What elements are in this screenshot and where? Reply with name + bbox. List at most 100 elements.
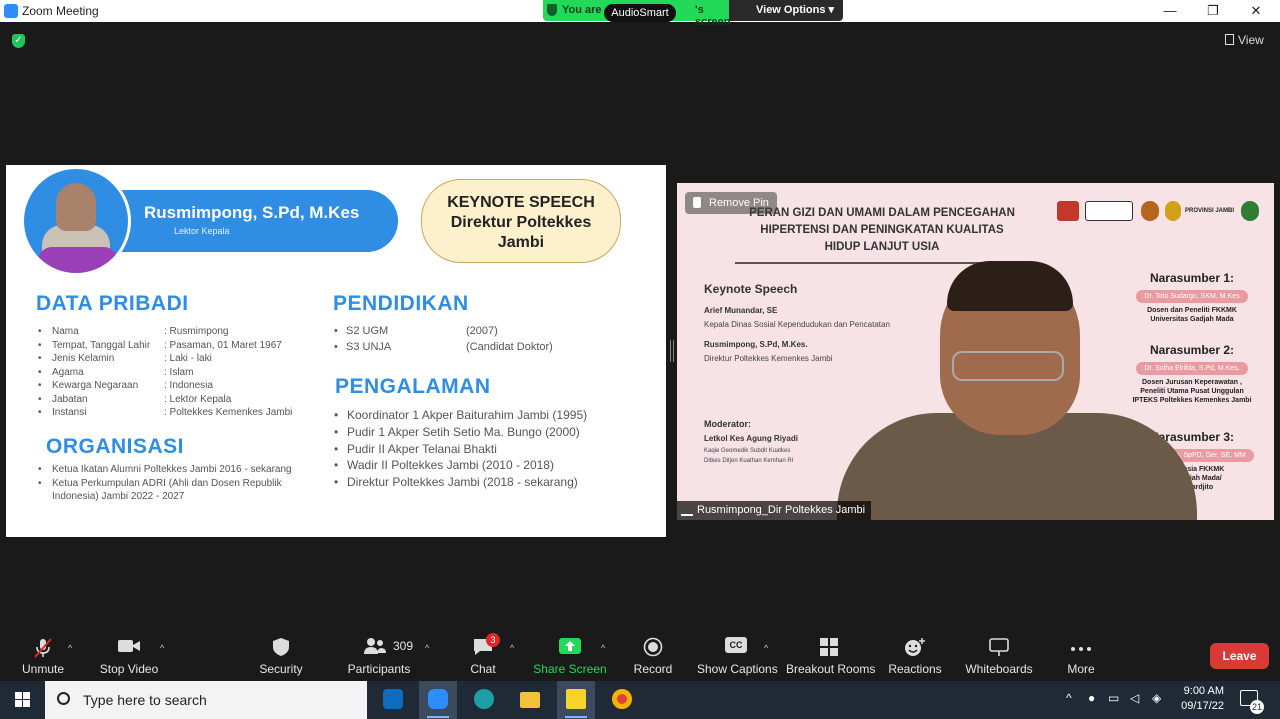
list-item: Jabatan: Lektor Kepala — [36, 393, 292, 407]
volume-tray-icon[interactable]: ◁ — [1130, 691, 1139, 705]
logo-icon — [1085, 201, 1133, 221]
reactions-button[interactable]: Reactions — [887, 625, 943, 681]
encryption-shield-icon[interactable]: ✓ — [12, 34, 25, 48]
poster-narasumber-1: Narasumber 1: Dr. Toto Sudargo, SKM, M.K… — [1117, 271, 1267, 324]
partner-logos: PROVINSI JAMBI — [1057, 201, 1262, 221]
share-screen-button[interactable]: Share Screen — [532, 625, 608, 681]
list-item: S3 UNJA(Candidat Doktor) — [332, 339, 553, 355]
pengalaman-title: PENGALAMAN — [335, 375, 491, 398]
list-item: Nama: Rusmimpong — [36, 325, 292, 339]
keynote-line: Jambi — [497, 234, 545, 251]
data-pribadi-title: DATA PRIBADI — [36, 292, 189, 315]
edge-taskbar-icon[interactable] — [465, 681, 503, 719]
unmute-button[interactable]: Unmute — [14, 625, 72, 681]
record-button[interactable]: Record — [630, 625, 676, 681]
speaker-rank: Lektor Kepala — [174, 226, 230, 236]
stop-video-button[interactable]: Stop Video — [98, 625, 160, 681]
meeting-toolbar: Unmute ^ Stop Video ^ Security 309 Parti… — [0, 625, 1280, 681]
minimize-button[interactable]: — — [1150, 1, 1190, 21]
logo-icon — [1241, 201, 1259, 221]
chrome-taskbar-icon[interactable] — [603, 681, 641, 719]
organisasi-title: ORGANISASI — [46, 435, 185, 458]
participants-icon — [364, 638, 386, 654]
show-captions-button[interactable]: CC Show Captions — [697, 625, 778, 681]
participant-video-tile[interactable]: PERAN GIZI DAN UMAMI DALAM PENCEGAHAN HI… — [677, 183, 1274, 520]
share-screen-icon — [559, 638, 581, 654]
start-button[interactable] — [0, 681, 45, 719]
restore-button[interactable]: ❐ — [1193, 1, 1233, 21]
security-button[interactable]: Security — [254, 625, 308, 681]
taskbar-clock[interactable]: 9:00 AM 09/17/22 — [1172, 684, 1224, 714]
more-button[interactable]: More — [1062, 625, 1100, 681]
pin-icon — [693, 197, 701, 208]
muted-mic-icon — [34, 638, 52, 658]
view-grid-icon — [1225, 34, 1234, 45]
remove-pin-label: Remove Pin — [709, 197, 769, 209]
battery-tray-icon[interactable]: ▭ — [1108, 691, 1119, 705]
tray-expand-chevron-icon[interactable]: ^ — [1066, 691, 1072, 705]
participant-name: Rusmimpong_Dir Poltekkes Jambi — [697, 504, 866, 516]
window-title: Zoom Meeting — [22, 4, 99, 18]
list-item: Wadir II Poltekkes Jambi (2010 - 2018) — [332, 457, 587, 474]
share-options-caret[interactable]: ^ — [601, 643, 605, 653]
sticky-notes-taskbar-icon[interactable] — [557, 681, 595, 719]
poster-speaker1-role: Kepala Dinas Sosial Kependudukan dan Pen… — [704, 320, 890, 329]
view-options-button[interactable]: View Options ▾ — [729, 0, 843, 21]
speaker-name: Rusmimpong, S.Pd, M.Kes — [144, 203, 360, 222]
emoji-plus-icon — [905, 638, 925, 656]
microphone-tray-icon[interactable]: ● — [1088, 691, 1095, 705]
zoom-app-icon — [4, 4, 18, 18]
data-pribadi-list: Nama: Rusmimpong Tempat, Tanggal Lahir: … — [36, 325, 292, 420]
provinsi-logo: PROVINSI JAMBI — [1185, 208, 1235, 214]
zoom-taskbar-icon[interactable] — [419, 681, 457, 719]
audio-options-caret[interactable]: ^ — [68, 643, 72, 653]
shared-slide: Rusmimpong, S.Pd, M.Kes Lektor Kepala KE… — [6, 165, 666, 537]
poster-speaker2-role: Direktur Poltekkes Kemenkes Jambi — [704, 354, 833, 363]
remove-pin-button[interactable]: Remove Pin — [685, 192, 777, 214]
clock-date: 09/17/22 — [1181, 700, 1224, 712]
organisasi-list: Ketua Ikatan Alumni Poltekkes Jambi 2016… — [36, 463, 322, 504]
clock-time: 9:00 AM — [1183, 685, 1224, 697]
audiosmart-overlay[interactable]: AudioSmart — [604, 4, 676, 22]
participants-options-caret[interactable]: ^ — [425, 643, 429, 653]
list-item: S2 UGM(2007) — [332, 323, 553, 339]
closed-captions-icon: CC — [725, 637, 747, 653]
view-button[interactable]: View — [1225, 33, 1264, 47]
list-item: Kewarga Negaraan: Indonesia — [36, 379, 292, 393]
view-button-label: View — [1238, 33, 1264, 47]
chat-options-caret[interactable]: ^ — [510, 643, 514, 653]
pendidikan-title: PENDIDIKAN — [333, 292, 469, 315]
keynote-line: KEYNOTE SPEECH — [447, 194, 595, 211]
close-button[interactable]: ✕ — [1236, 1, 1276, 21]
list-item: Ketua Ikatan Alumni Poltekkes Jambi 2016… — [36, 463, 322, 477]
captions-options-caret[interactable]: ^ — [764, 643, 768, 653]
pane-splitter-handle[interactable] — [670, 340, 674, 362]
speaker-hair — [947, 261, 1073, 311]
logo-icon — [1165, 201, 1181, 221]
whiteboards-button[interactable]: Whiteboards — [962, 625, 1036, 681]
speaker-photo — [21, 166, 131, 276]
chat-unread-badge: 3 — [486, 633, 500, 647]
video-options-caret[interactable]: ^ — [160, 643, 164, 653]
poster-moderator-role: Kaqie Geomedik Subdit Kuatkes — [704, 448, 791, 454]
pengalaman-list: Koordinator 1 Akper Baiturahim Jambi (19… — [332, 407, 587, 491]
share-banner-text-left: You are — [562, 4, 602, 16]
keynote-badge: KEYNOTE SPEECH Direktur Poltekkes Jambi — [421, 179, 621, 263]
taskbar-search-box[interactable]: Type here to search — [45, 681, 367, 719]
breakout-rooms-button[interactable]: Breakout Rooms — [786, 625, 875, 681]
poster-moderator-role: Ditkes Ditjen Kuathan Kemhan RI — [704, 458, 794, 464]
poster-speaker2-name: Rusmimpong, S.Pd, M.Kes. — [704, 340, 808, 349]
security-shield-icon — [273, 638, 289, 656]
network-tray-icon[interactable]: ◈ — [1152, 691, 1161, 705]
file-explorer-taskbar-icon[interactable] — [511, 681, 549, 719]
logo-icon — [1141, 201, 1159, 221]
participants-button[interactable]: 309 Participants — [345, 625, 413, 681]
outlook-taskbar-icon[interactable] — [374, 681, 412, 719]
list-item: Instansi: Poltekkes Kemenkes Jambi — [36, 406, 292, 420]
participants-count: 309 — [393, 639, 414, 653]
list-item: Koordinator 1 Akper Baiturahim Jambi (19… — [332, 407, 587, 424]
chat-button[interactable]: 3 Chat — [464, 625, 502, 681]
search-placeholder: Type here to search — [83, 692, 207, 708]
leave-button[interactable]: Leave — [1210, 643, 1269, 669]
list-item: Pudir II Akper Telanai Bhakti — [332, 441, 587, 458]
